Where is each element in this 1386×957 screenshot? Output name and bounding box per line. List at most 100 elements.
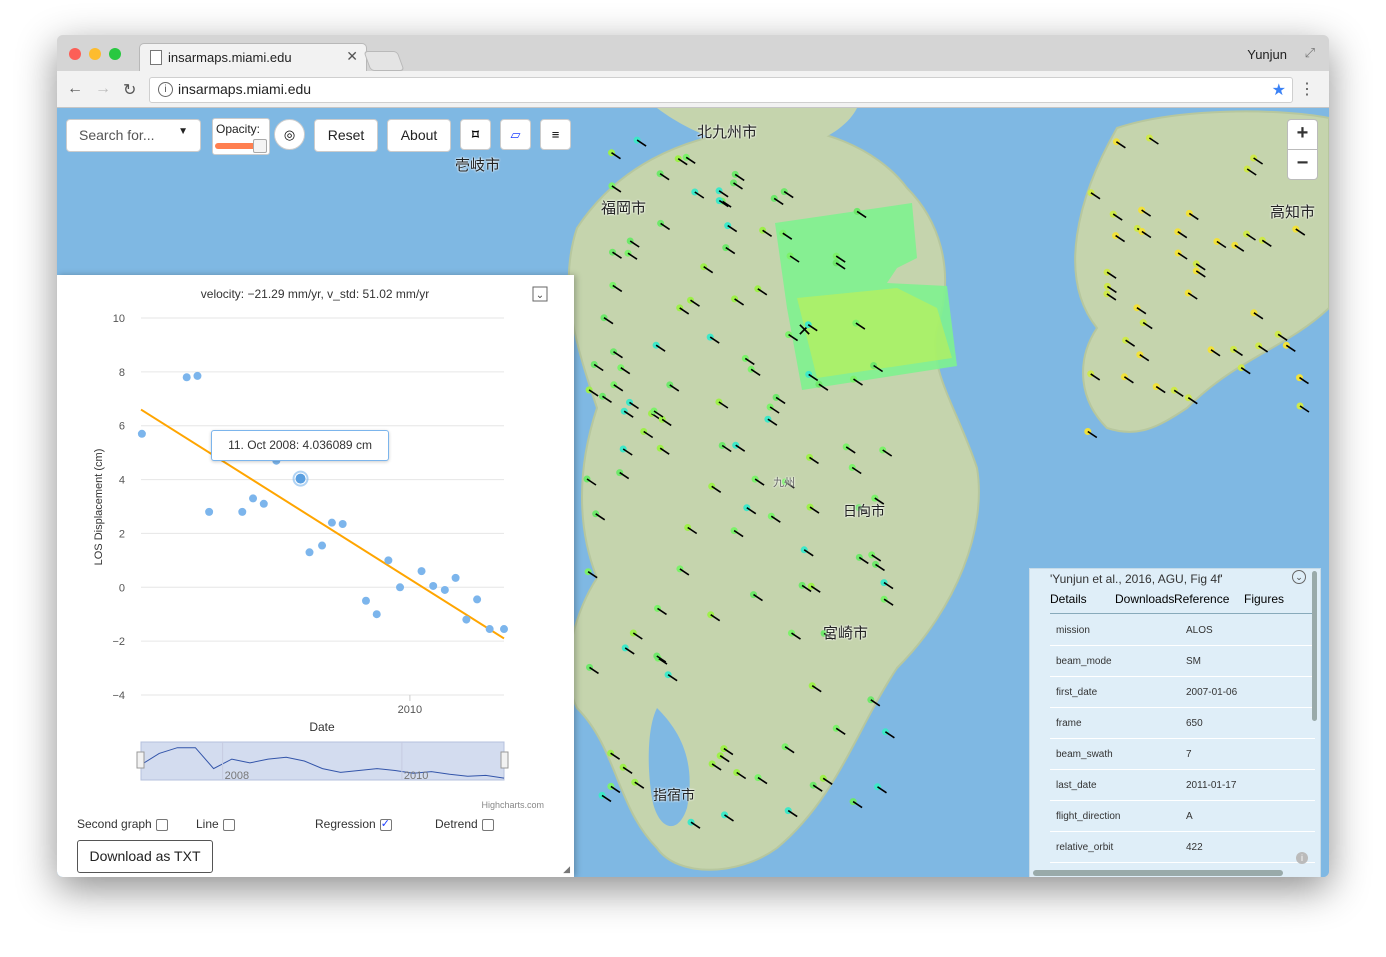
zoom-in-button[interactable]: +	[1287, 119, 1318, 150]
opacity-control: Opacity:	[212, 118, 270, 155]
svg-text:⌄: ⌄	[536, 290, 544, 301]
info-row-key: relative_orbit	[1056, 842, 1114, 853]
collapse-icon[interactable]: ⌄	[1292, 570, 1306, 584]
line-label: Line	[196, 817, 219, 831]
data-point[interactable]	[338, 520, 347, 529]
resize-handle-icon[interactable]: ◢	[563, 864, 570, 875]
info-row-value: 2011-01-17	[1186, 780, 1237, 791]
y-tick-label: 6	[119, 421, 125, 433]
detrend-option[interactable]: Detrend	[435, 817, 494, 831]
x-tick-label: 2010	[398, 704, 422, 716]
fullscreen-icon[interactable]: ⤢	[1305, 45, 1315, 61]
reset-button[interactable]: Reset	[314, 119, 378, 152]
data-point[interactable]	[451, 573, 460, 582]
info-row: mission ALOS	[1050, 614, 1315, 646]
tab-downloads[interactable]: Downloads	[1115, 592, 1174, 606]
opacity-slider-handle[interactable]	[253, 139, 267, 153]
layers-button[interactable]: ≡	[540, 119, 571, 150]
map-view[interactable]: ✕ 北九州市 壱岐市 福岡市 高知市 日向市 宮崎市 指宿市 九州 Search…	[57, 108, 1329, 877]
regression-label: Regression	[315, 817, 376, 831]
maximize-window-button[interactable]	[109, 48, 121, 60]
city-label-miyazaki: 宮崎市	[823, 625, 869, 642]
data-point[interactable]	[193, 371, 202, 380]
second-graph-option[interactable]: Second graph	[77, 817, 168, 831]
second-graph-label: Second graph	[77, 817, 152, 831]
search-dropdown[interactable]: Search for... ▼	[66, 119, 201, 152]
regression-option[interactable]: Regression ✓	[315, 817, 392, 831]
address-bar[interactable]: i insarmaps.miami.edu ★	[149, 77, 1293, 103]
info-row-value: 650	[1186, 718, 1203, 729]
line-checkbox[interactable]	[222, 818, 235, 831]
info-row: flight_direction A	[1050, 800, 1315, 832]
data-point[interactable]	[205, 507, 214, 516]
browser-tab[interactable]: insarmaps.miami.edu ✕	[139, 43, 367, 72]
tab-reference[interactable]: Reference	[1174, 592, 1229, 606]
browser-toolbar: ← → ↻ i insarmaps.miami.edu ★ ⋮	[57, 71, 1329, 108]
zoom-out-button[interactable]: −	[1287, 149, 1318, 180]
second-graph-checkbox[interactable]	[155, 818, 168, 831]
x-axis-label: Date	[309, 720, 335, 734]
chart-title: velocity: −21.29 mm/yr, v_std: 51.02 mm/…	[201, 287, 429, 301]
city-label-kitakyushu: 北九州市	[697, 124, 758, 141]
info-row-key: last_date	[1056, 780, 1097, 791]
data-point[interactable]	[429, 581, 438, 590]
navigator-right-handle[interactable]	[500, 751, 509, 769]
highcharts-credit[interactable]: Highcharts.com	[481, 800, 544, 810]
forward-icon[interactable]: →	[95, 80, 111, 98]
back-icon[interactable]: ←	[67, 80, 83, 98]
close-window-button[interactable]	[69, 48, 81, 60]
vertical-scrollbar[interactable]	[1312, 571, 1317, 721]
square-select-button[interactable]: ⌑	[460, 119, 491, 150]
download-txt-button[interactable]: Download as TXT	[77, 840, 213, 873]
about-button[interactable]: About	[387, 119, 451, 152]
new-tab-button[interactable]	[363, 51, 405, 71]
data-point[interactable]	[473, 595, 482, 604]
navigator[interactable]: 2008 2010	[136, 741, 509, 782]
highlighted-point-core[interactable]	[295, 473, 306, 484]
minimize-window-button[interactable]	[89, 48, 101, 60]
info-row: beam_swath 7	[1050, 738, 1315, 770]
data-point[interactable]	[238, 507, 247, 516]
data-point[interactable]	[372, 610, 381, 619]
data-point[interactable]	[440, 585, 449, 594]
navigator-tick-label: 2008	[225, 770, 249, 782]
data-point[interactable]	[417, 567, 426, 576]
detrend-checkbox[interactable]	[481, 818, 494, 831]
recenter-button[interactable]: ◎	[274, 119, 305, 150]
tab-figures[interactable]: Figures	[1244, 592, 1284, 606]
attribution-info-icon[interactable]: i	[1296, 852, 1308, 864]
export-menu-button[interactable]: ⌄	[532, 286, 548, 302]
data-points[interactable]	[137, 371, 508, 634]
chevron-down-icon: ▼	[178, 126, 188, 137]
info-row-value: 422	[1186, 842, 1203, 853]
info-icon[interactable]: i	[158, 82, 173, 97]
data-point[interactable]	[462, 615, 471, 624]
data-point[interactable]	[182, 373, 191, 382]
data-point[interactable]	[384, 556, 393, 565]
data-point[interactable]	[485, 625, 494, 634]
info-row-value: SM	[1186, 656, 1201, 667]
data-point[interactable]	[327, 518, 336, 527]
navigator-left-handle[interactable]	[136, 751, 145, 769]
line-option[interactable]: Line	[196, 817, 235, 831]
reload-icon[interactable]: ↻	[123, 80, 136, 100]
data-point[interactable]	[361, 596, 370, 605]
horizontal-scrollbar[interactable]	[1033, 870, 1283, 876]
data-point[interactable]	[500, 625, 508, 634]
data-point[interactable]	[249, 494, 258, 503]
polygon-select-button[interactable]: ▱	[500, 119, 531, 150]
data-point[interactable]	[137, 429, 146, 438]
data-point[interactable]	[318, 541, 327, 550]
time-series-chart[interactable]: velocity: −21.29 mm/yr, v_std: 51.02 mm/…	[57, 275, 574, 805]
data-point[interactable]	[396, 583, 405, 592]
regression-checkbox[interactable]: ✓	[379, 818, 392, 831]
data-point[interactable]	[259, 499, 268, 508]
info-row-value: 7	[1186, 749, 1192, 760]
tab-details[interactable]: Details	[1050, 592, 1087, 606]
bookmark-star-icon[interactable]: ★	[1272, 80, 1286, 100]
info-row-value: 2007-01-06	[1186, 687, 1238, 698]
data-point[interactable]	[305, 548, 314, 557]
menu-icon[interactable]: ⋮	[1299, 79, 1315, 99]
tab-close-icon[interactable]: ✕	[346, 48, 358, 65]
profile-name[interactable]: Yunjun	[1247, 47, 1287, 62]
